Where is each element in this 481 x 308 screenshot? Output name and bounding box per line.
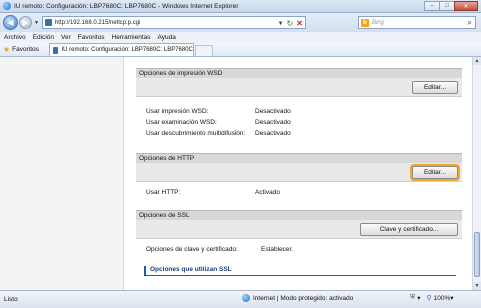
ssl-subsection-title: Opciones que utilizan SSL — [144, 266, 456, 276]
url-text: http://192.168.0.215/netlcp.p.cgi — [54, 19, 141, 26]
wsd-section-title: Opciones de impresión WSD — [136, 68, 462, 78]
favorites-button[interactable]: ★ Favoritos — [3, 43, 45, 56]
setting-value: Activado — [255, 189, 280, 196]
ssl-row-key: Opciones de clave y certificado: Estable… — [136, 245, 462, 256]
search-input[interactable]: b Bing ⌕ — [358, 16, 476, 29]
page-icon — [44, 19, 52, 26]
zoom-dropdown-icon[interactable]: ▾ — [450, 294, 453, 302]
wsd-row-browse: Usar examinación WSD: Desactivado — [136, 118, 462, 129]
menu-favoritos[interactable]: Favoritos — [78, 34, 105, 41]
http-section-title: Opciones de HTTP — [136, 153, 462, 163]
scroll-thumb[interactable] — [474, 232, 480, 277]
wsd-row-print: Usar impresión WSD: Desactivado — [136, 107, 462, 118]
zoom-icon[interactable]: ⚲ — [427, 294, 432, 302]
window-title: IU remoto: Configuración: LBP7680C: LBP7… — [14, 2, 239, 10]
scroll-up-icon[interactable]: ▲ — [473, 57, 481, 65]
ie-logo-icon — [3, 2, 11, 10]
shield-icon[interactable]: ⛨ — [410, 294, 415, 302]
scroll-down-icon[interactable]: ▼ — [473, 282, 481, 290]
setting-label: Usar examinación WSD: — [146, 119, 217, 126]
search-placeholder: Bing — [372, 19, 385, 26]
tab-title: IU remoto: Configuración: LBP7680C: LBP7… — [61, 47, 193, 53]
menu-herramientas[interactable]: Herramientas — [112, 34, 151, 41]
ssl-toolbar: Clave y certificado... — [136, 220, 462, 239]
address-bar: ◀ ▶ ▼ http://192.168.0.215/netlcp.p.cgi … — [0, 13, 481, 32]
window-controls: – □ ✕ — [424, 1, 478, 11]
status-bar: Listo Internet | Modo protegido: activad… — [0, 290, 481, 308]
favorites-label: Favoritos — [12, 46, 39, 53]
setting-value: Desactivado — [255, 108, 291, 115]
setting-value: Desactivado — [255, 119, 291, 126]
settings-main: Opciones de impresión WSD Editar... Usar… — [136, 57, 462, 276]
star-icon: ★ — [3, 45, 11, 54]
setting-label: Usar impresión WSD: — [146, 108, 209, 115]
setting-value: Desactivado — [255, 130, 291, 137]
status-text: Listo — [4, 296, 18, 303]
tab-page-icon — [52, 46, 59, 54]
zoom-level[interactable]: 100% — [434, 295, 451, 302]
protected-mode-dropdown-icon[interactable]: ▾ — [417, 294, 420, 302]
history-dropdown-icon[interactable]: ▼ — [34, 20, 39, 26]
search-icon[interactable]: ⌕ — [468, 18, 472, 28]
url-field[interactable]: http://192.168.0.215/netlcp.p.cgi ▼ ↻ ✕ — [41, 16, 306, 29]
minimize-button[interactable]: – — [424, 1, 440, 11]
wsd-toolbar: Editar... — [136, 78, 462, 97]
setting-label: Usar descubrimiento multidifusión: — [146, 130, 246, 137]
menu-edicion[interactable]: Edición — [33, 34, 54, 41]
left-navigation-panel — [0, 57, 124, 290]
favorites-bar: ★ Favoritos IU remoto: Configuración: LB… — [0, 43, 481, 57]
wsd-row-multicast: Usar descubrimiento multidifusión: Desac… — [136, 129, 462, 140]
title-bar: IU remoto: Configuración: LBP7680C: LBP7… — [0, 0, 481, 13]
wsd-edit-button[interactable]: Editar... — [412, 81, 458, 94]
globe-icon — [242, 294, 250, 302]
menu-ver[interactable]: Ver — [61, 34, 71, 41]
vertical-scrollbar[interactable]: ▲ ▼ — [472, 57, 481, 290]
url-dropdown-icon[interactable]: ▼ — [278, 21, 284, 27]
security-zone[interactable]: Internet | Modo protegido: activado — [242, 294, 353, 302]
zone-text: Internet | Modo protegido: activado — [253, 294, 354, 302]
menu-ayuda[interactable]: Ayuda — [158, 34, 176, 41]
close-button[interactable]: ✕ — [454, 1, 478, 11]
forward-button[interactable]: ▶ — [19, 16, 32, 29]
http-toolbar: Editar... — [136, 163, 462, 182]
menu-bar: Archivo Edición Ver Favoritos Herramient… — [0, 32, 481, 43]
maximize-button[interactable]: □ — [439, 1, 455, 11]
new-tab-button[interactable] — [194, 45, 213, 56]
setting-label: Usar HTTP: — [146, 189, 181, 196]
http-edit-button[interactable]: Editar... — [412, 166, 458, 179]
page-content: Opciones de impresión WSD Editar... Usar… — [0, 57, 472, 290]
refresh-icon[interactable]: ↻ — [287, 19, 294, 28]
browser-tab[interactable]: IU remoto: Configuración: LBP7680C: LBP7… — [48, 43, 194, 56]
bing-icon: b — [361, 18, 369, 27]
url-actions: ▼ ↻ ✕ — [278, 19, 303, 28]
back-button[interactable]: ◀ — [3, 15, 18, 30]
menu-archivo[interactable]: Archivo — [4, 34, 26, 41]
status-right-tools: ⛨ ▾ ⚲ 100% ▾ — [410, 294, 454, 302]
ssl-section-title: Opciones de SSL — [136, 210, 462, 220]
http-row-use: Usar HTTP: Activado — [136, 188, 462, 199]
setting-value: Establecer. — [261, 246, 294, 253]
setting-label: Opciones de clave y certificado: — [146, 246, 238, 253]
stop-icon[interactable]: ✕ — [296, 19, 303, 28]
key-certificate-button[interactable]: Clave y certificado... — [360, 223, 458, 236]
